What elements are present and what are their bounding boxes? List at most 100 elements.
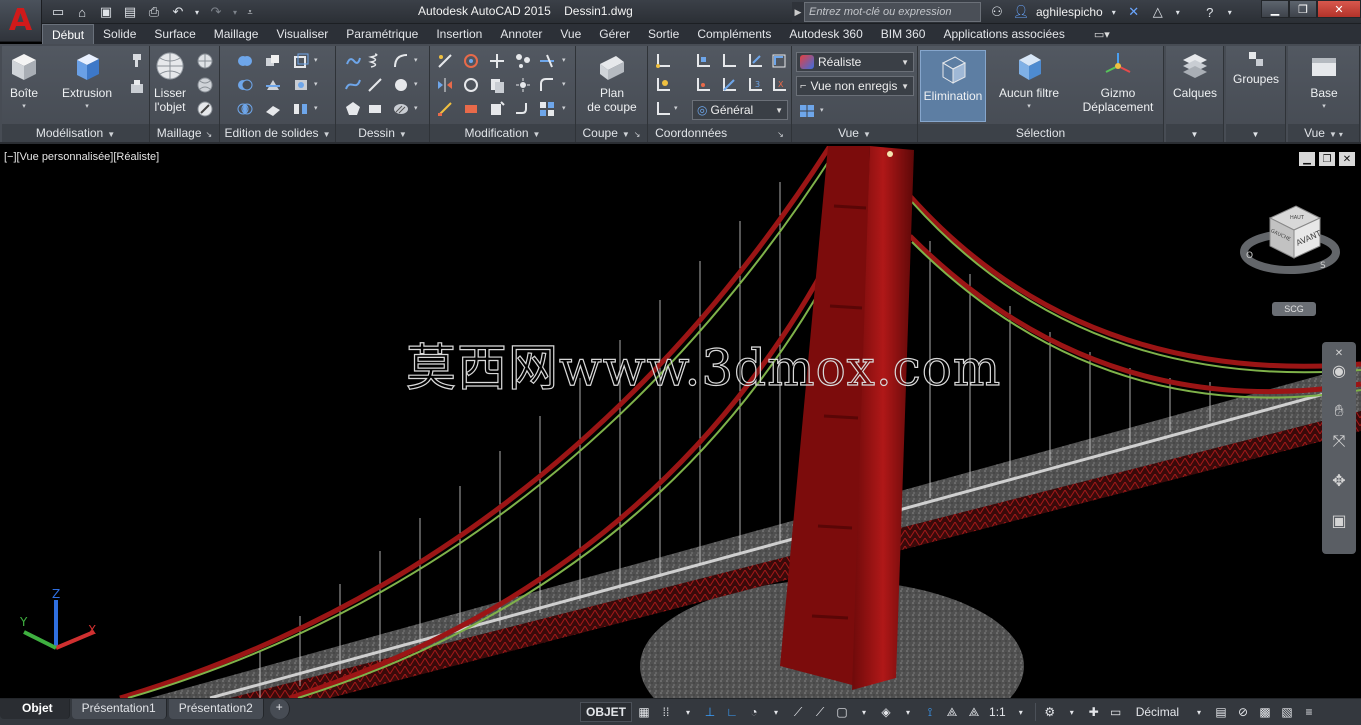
scale-icon[interactable] [462,76,480,94]
ucs-face-icon[interactable] [746,52,764,70]
hardware-acceleration-icon[interactable]: ▩ [1255,702,1275,722]
tab-complements[interactable]: Compléments [688,24,780,44]
close-icon[interactable]: ✕ [1317,0,1361,18]
restore-icon[interactable]: ❐ [1289,0,1317,18]
application-menu-button[interactable]: A [0,0,42,42]
trim-icon[interactable] [538,52,556,70]
tab-surface[interactable]: Surface [145,24,204,44]
interfere-icon[interactable] [264,52,282,70]
line-icon[interactable] [366,76,384,94]
panel-title-modelisation[interactable]: Modélisation ▼ [2,124,149,142]
panel-title-coordonnees[interactable]: Coordonnées ↘ [648,124,791,142]
auto-scale-icon[interactable]: ⟁ [964,702,984,722]
tab-autodesk-360[interactable]: Autodesk 360 [780,24,871,44]
circle-dropdown-icon[interactable]: ▾ [414,80,418,88]
ucs-settings-icon[interactable] [654,100,672,118]
mesh-refine-icon[interactable] [196,76,214,94]
customization-icon[interactable]: ≡ [1299,702,1319,722]
tab-layout-2[interactable]: Présentation2 [168,699,264,719]
ribbon-minimize-icon[interactable]: ▭▾ [1094,28,1110,44]
no-filter-button[interactable]: Aucun filtre ▾ [994,50,1064,114]
osnap-dropdown-icon[interactable]: ▾ [854,702,874,722]
model-space-button[interactable]: OBJET [580,702,633,722]
block-dropdown-icon[interactable]: ▾ [562,104,566,112]
panel-title-coupe[interactable]: Coupe ▼ ↘ [576,124,647,142]
rectangle-icon[interactable] [366,100,384,118]
separate-dropdown-icon[interactable]: ▾ [314,104,318,112]
hatch-dropdown-icon[interactable]: ▾ [414,104,418,112]
mirror-3d-icon[interactable] [436,76,454,94]
ucs-icon[interactable] [654,52,672,70]
rotate-3d-icon[interactable] [462,52,480,70]
user-dropdown-icon[interactable]: ▾ [1109,3,1119,21]
ortho-icon[interactable]: ∟ [722,702,742,722]
tab-solide[interactable]: Solide [94,24,145,44]
visual-style-select[interactable]: Réaliste ▼ [796,52,914,72]
help-icon[interactable]: ? [1201,3,1219,21]
ucs-world-icon[interactable] [694,52,712,70]
object-snap-tracking-icon[interactable]: ⟋ [810,702,830,722]
shell-icon[interactable] [292,52,310,70]
polyline-icon[interactable] [344,52,362,70]
units-dropdown-icon[interactable]: ▾ [1189,702,1209,722]
workspace-gear-icon[interactable]: ⚙ [1040,702,1060,722]
ucs-3point-icon[interactable]: 3 [746,76,764,94]
base-button[interactable]: Base ▾ [1296,50,1352,114]
culling-button[interactable]: Elimination [920,50,986,122]
presspull-icon[interactable] [128,52,146,70]
minimize-icon[interactable]: ▁ [1261,0,1289,18]
join-icon[interactable] [514,100,532,118]
viewport-minimize-icon[interactable]: ▁ [1299,152,1315,166]
open-folder-icon[interactable]: ⌂ [72,3,92,21]
autodesk-360-icon[interactable]: △ [1149,3,1167,21]
snap-mode-icon[interactable]: ⁞⁞ [656,702,676,722]
panel-title-edition-solides[interactable]: Edition de solides ▼ [220,124,335,142]
polar-tracking-icon[interactable]: ◔ [744,702,764,722]
infer-constraints-icon[interactable]: ⊥ [700,702,720,722]
ucs-object-icon[interactable] [770,52,788,70]
hatch-icon[interactable] [392,100,410,118]
dynamic-ucs-icon[interactable]: ⟟ [920,702,940,722]
panel-title-dessin[interactable]: Dessin ▼ [336,124,429,142]
polysolid-icon[interactable] [128,78,146,96]
align-icon[interactable] [436,100,454,118]
ucs-previous-icon[interactable] [720,52,738,70]
3d-osnap-dropdown-icon[interactable]: ▾ [898,702,918,722]
tab-insertion[interactable]: Insertion [427,24,491,44]
separate-icon[interactable] [292,100,310,118]
annotation-scale-value[interactable]: 1:1 [986,702,1009,722]
spline-icon[interactable] [344,76,362,94]
quick-properties-icon[interactable]: ▤ [1211,702,1231,722]
help-dropdown-icon[interactable]: ▾ [1225,3,1235,21]
workspace-dropdown-icon[interactable]: ▾ [1062,702,1082,722]
steering-wheel-icon[interactable]: ◉ [1329,362,1349,382]
network-dropdown-icon[interactable]: ▾ [1173,3,1183,21]
search-expand-icon[interactable]: ▶ [792,2,804,22]
explode-icon[interactable] [514,76,532,94]
subtract-icon[interactable] [236,76,254,94]
new-file-icon[interactable]: ▭ [48,3,68,21]
offset-3d-icon[interactable] [436,52,454,70]
viewport-label[interactable]: [−][Vue personnalisée][Réaliste] [4,151,159,163]
binoculars-icon[interactable]: ⚇ [988,3,1006,21]
redo-dropdown-icon[interactable]: ▾ [230,3,240,21]
units-icon[interactable]: ▭ [1106,702,1126,722]
panel-title-maillage[interactable]: Maillage ↘ [150,124,219,142]
polar-dropdown-icon[interactable]: ▾ [766,702,786,722]
intersect-icon[interactable] [236,100,254,118]
groups-button[interactable]: Groupes [1230,50,1282,86]
ucs-zaxis-icon[interactable] [720,76,738,94]
viewcube[interactable]: AVANT HAUT GAUCHE S O [1240,202,1340,282]
block-editor-icon[interactable] [538,100,556,118]
orbit-icon[interactable]: ✥ [1329,472,1349,492]
tab-annoter[interactable]: Annoter [491,24,551,44]
snap-dropdown-icon[interactable]: ▾ [678,702,698,722]
username[interactable]: aghilespicho [1036,5,1103,19]
search-input[interactable] [804,2,981,22]
extract-edges-icon[interactable] [292,76,310,94]
tab-applications-associees[interactable]: Applications associées [934,24,1073,44]
tab-debut[interactable]: Début [42,24,95,44]
annotation-scale-dropdown-icon[interactable]: ▾ [1011,702,1031,722]
isodraft-icon[interactable]: ⟋ [788,702,808,722]
panel-title-modification[interactable]: Modification ▼ [430,124,575,142]
